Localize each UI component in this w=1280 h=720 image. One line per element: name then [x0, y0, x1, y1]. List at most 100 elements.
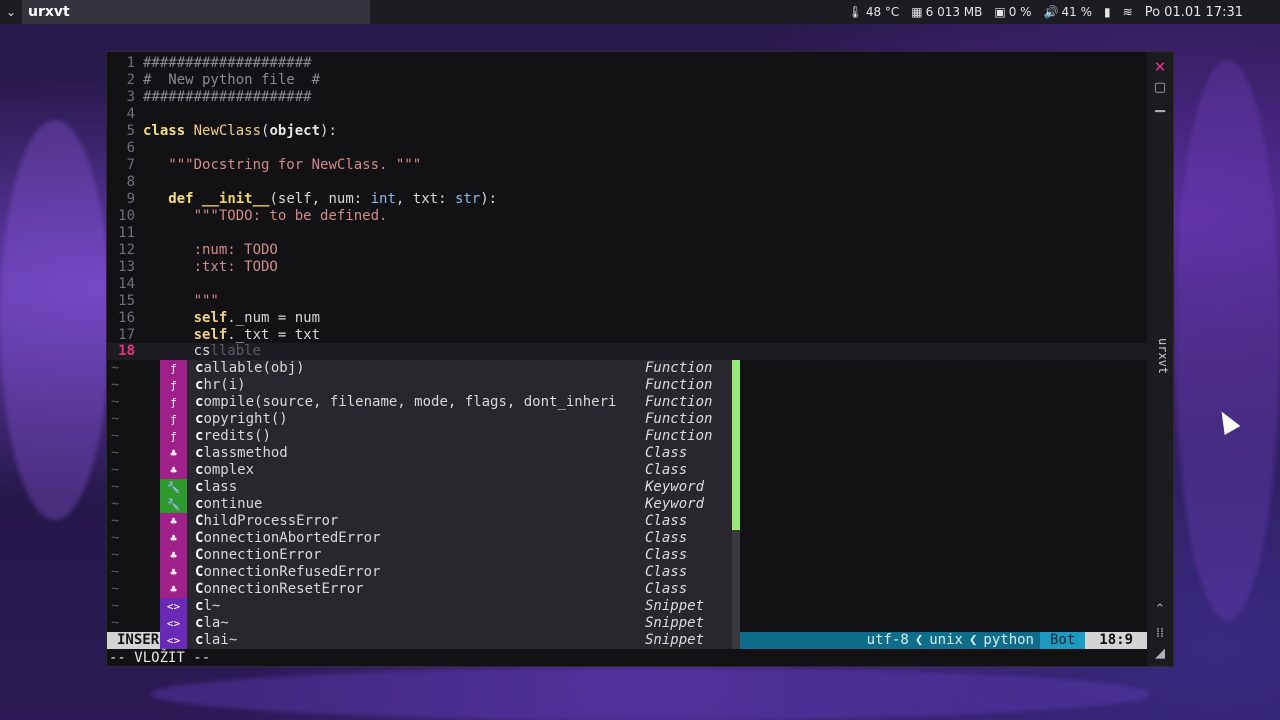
docstring: """Docstring for NewClass. """ — [168, 157, 422, 173]
class-icon: ♣ — [160, 513, 187, 530]
line-number: 8 — [126, 174, 135, 190]
type-name: str — [454, 191, 481, 207]
code-line: 16 self._num = num — [107, 310, 1147, 327]
completion-word: class — [195, 479, 237, 496]
minimize-icon[interactable]: ▁ — [1147, 98, 1173, 113]
code-line: 13 :txt: TODO — [107, 259, 1147, 276]
grip-icon[interactable]: ⁞⁞ — [1147, 626, 1173, 641]
completion-word: chr(i) — [195, 377, 246, 394]
speaker-icon: 🔊 — [1043, 5, 1059, 19]
completion-item[interactable]: ƒ copyright() Function — [160, 411, 732, 428]
completion-item[interactable]: ƒ callable(obj) Function — [160, 360, 732, 377]
completion-word: classmethod — [195, 445, 288, 462]
popup-scrollbar-thumb[interactable] — [732, 360, 740, 530]
code-line: 2 # New python file # — [107, 72, 1147, 89]
tilde: ~ — [111, 377, 120, 393]
active-window-title[interactable]: urxvt — [22, 0, 370, 24]
completion-item[interactable]: ♣ ConnectionRefusedError Class — [160, 564, 732, 581]
snippet-icon: <> — [160, 615, 187, 632]
command-line: -- VLOŽIT -- — [109, 650, 211, 666]
code-line: 10 """TODO: to be defined. — [107, 208, 1147, 225]
class-icon: ♣ — [160, 564, 187, 581]
completion-popup[interactable]: ƒ callable(obj) Function ƒ chr(i) Function ƒ co… — [160, 360, 740, 649]
completion-item[interactable]: <> cla~ Snippet — [160, 615, 732, 632]
completion-item[interactable]: 🔧 class Keyword — [160, 479, 732, 496]
line-number: 7 — [126, 157, 135, 173]
keyword: class — [143, 123, 186, 139]
completion-kind: Function — [645, 411, 713, 427]
completion-item[interactable]: ƒ compile(source, filename, mode, flags, … — [160, 394, 732, 411]
completion-word: callable(obj) — [195, 360, 305, 377]
tilde: ~ — [111, 564, 120, 580]
completion-rest: hr(i) — [203, 377, 246, 393]
wifi-icon: ≋ — [1122, 5, 1133, 19]
code-text: #################### — [143, 89, 312, 105]
completion-rest: opyright() — [203, 411, 288, 427]
code-line: 14 — [107, 276, 1147, 293]
popup-scrollbar-track[interactable] — [732, 530, 740, 649]
completion-item[interactable]: ƒ credits() Function — [160, 428, 732, 445]
line-number: 3 — [126, 89, 135, 105]
completion-word: cl~ — [195, 598, 220, 615]
line-number: 18 — [118, 343, 135, 359]
vim-editor[interactable]: 1 #################### 2 # New python file… — [107, 52, 1147, 666]
completion-kind: Class — [645, 445, 688, 461]
code-line: 1 #################### — [107, 55, 1147, 72]
completion-kind: Class — [645, 462, 688, 478]
completion-kind: Keyword — [645, 479, 705, 495]
self-keyword: self — [193, 327, 228, 343]
close-icon[interactable]: ✕ — [1147, 58, 1173, 76]
line-number: 13 — [118, 259, 135, 275]
terminal-window[interactable]: 1 #################### 2 # New python file… — [107, 52, 1173, 666]
memory-icon: ▦ — [911, 5, 923, 19]
snippet-icon: <> — [160, 598, 187, 615]
resize-icon[interactable]: ◢ — [1147, 646, 1173, 661]
line-number: 17 — [118, 327, 135, 343]
current-line[interactable]: 18 csllable — [107, 343, 1147, 360]
code-line: 4 — [107, 106, 1147, 123]
class-name: NewClass — [193, 123, 262, 139]
completion-item[interactable]: ♣ complex Class — [160, 462, 732, 479]
scroll-position: Bot — [1039, 632, 1086, 649]
completion-kind: Function — [645, 360, 713, 376]
completion-item[interactable]: 🔧 continue Keyword — [160, 496, 732, 513]
code-line: 7 """Docstring for NewClass. """ — [107, 157, 1147, 174]
completion-item[interactable]: ♣ ConnectionResetError Class — [160, 581, 732, 598]
function-icon: ƒ — [160, 394, 187, 411]
completion-item[interactable]: <> clai~ Snippet — [160, 632, 732, 649]
function-icon: ƒ — [160, 377, 187, 394]
tilde: ~ — [111, 496, 120, 512]
completion-word: ConnectionAbortedError — [195, 530, 380, 547]
completion-item[interactable]: ♣ ConnectionError Class — [160, 547, 732, 564]
ghost-suggestion: llable — [210, 343, 262, 359]
completion-kind: Snippet — [645, 632, 705, 648]
completion-rest: l~ — [203, 598, 221, 614]
code-line: 15 """ — [107, 293, 1147, 310]
separator-icon: ❮ — [914, 632, 924, 648]
code-line: 9 def __init__(self, num: int, txt: str)… — [107, 191, 1147, 208]
tilde: ~ — [111, 428, 120, 444]
code-text: #################### — [143, 55, 312, 71]
maximize-icon[interactable]: ▢ — [1147, 80, 1173, 95]
completion-item[interactable]: ♣ ChildProcessError Class — [160, 513, 732, 530]
completion-item[interactable]: ♣ classmethod Class — [160, 445, 732, 462]
builtin: object — [269, 123, 321, 139]
typed-text: cs — [193, 343, 211, 359]
memory-indicator: ▦ 6 013 MB — [905, 5, 988, 19]
clock[interactable]: Po 01.01 17:31 — [1139, 5, 1280, 20]
chevron-up-icon[interactable]: ⌃ — [1147, 602, 1173, 617]
keyword-icon: 🔧 — [160, 496, 187, 513]
tilde: ~ — [111, 547, 120, 563]
completion-rest: redits() — [203, 428, 271, 444]
completion-word: ChildProcessError — [195, 513, 338, 530]
function-icon: ƒ — [160, 411, 187, 428]
completion-item[interactable]: ♣ ConnectionAbortedError Class — [160, 530, 732, 547]
completion-rest: onnectionAbortedError — [203, 530, 381, 546]
wifi-indicator[interactable]: ≋ — [1117, 5, 1139, 19]
temperature-value: 48 °C — [865, 5, 900, 19]
completion-item[interactable]: <> cl~ Snippet — [160, 598, 732, 615]
volume-indicator[interactable]: 🔊 41 % — [1038, 5, 1098, 19]
completion-item[interactable]: ƒ chr(i) Function — [160, 377, 732, 394]
battery-indicator[interactable]: ▮ — [1098, 5, 1117, 19]
chevron-down-icon[interactable]: ⌄ — [0, 5, 22, 19]
